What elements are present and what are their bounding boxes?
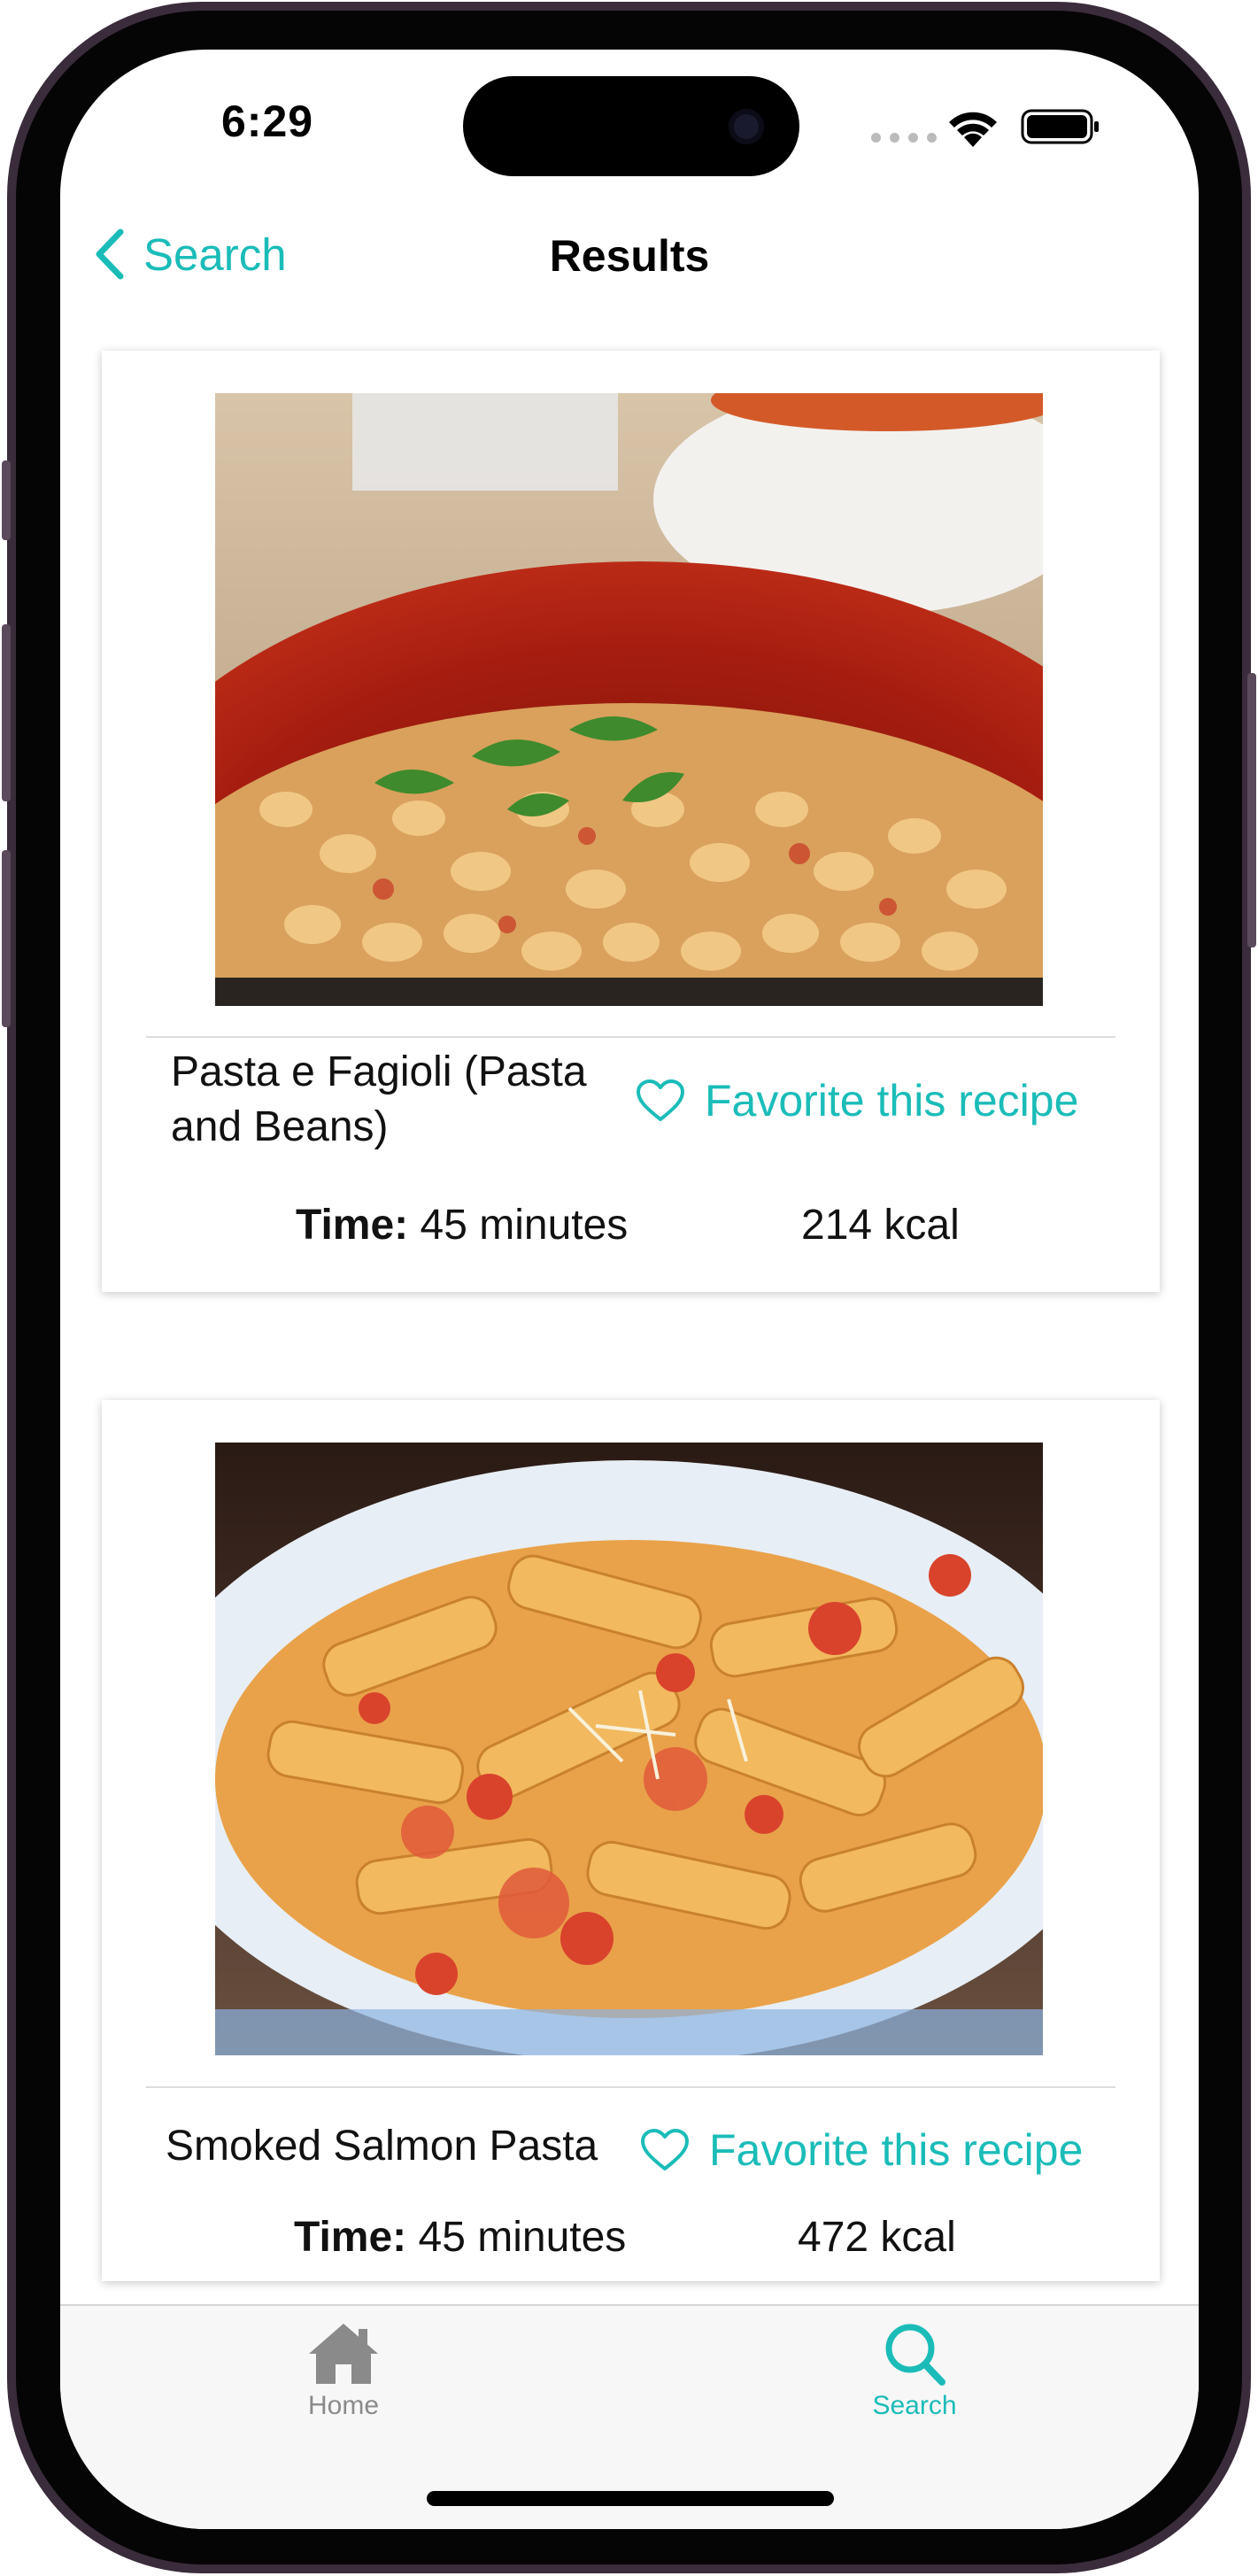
favorite-button[interactable]: Favorite this recipe (640, 2124, 1083, 2176)
tab-label: Search (872, 2391, 957, 2420)
recipe-calories: 472 kcal (798, 2214, 956, 2261)
card-divider (146, 1036, 1115, 1038)
recipe-title: Smoked Salmon Pasta (166, 2119, 661, 2174)
recipe-title-line: and Beans) (171, 1103, 389, 1150)
heart-icon (641, 2129, 689, 2170)
time-value: 45 minutes (418, 2214, 627, 2261)
battery-icon (1021, 109, 1099, 144)
recipe-time: Time: 45 minutes (296, 1201, 628, 1249)
recipe-image (215, 393, 1043, 1006)
time-label: Time: (296, 1202, 409, 1249)
camera-icon (729, 109, 764, 144)
recipe-calories: 214 kcal (801, 1202, 960, 1249)
action-button (2, 460, 11, 540)
recipe-title-line: Smoked Salmon Pasta (166, 2123, 598, 2170)
recipe-image (215, 1443, 1043, 2055)
tab-search[interactable]: Search (817, 2318, 1012, 2421)
house-icon (309, 2324, 378, 2384)
card-divider (146, 2086, 1115, 2088)
heart-icon (637, 1079, 684, 1121)
status-bar: 6:29 (60, 50, 1199, 200)
tab-home[interactable]: Home (246, 2318, 441, 2421)
time-label: Time: (294, 2214, 407, 2261)
favorite-button[interactable]: Favorite this recipe (636, 1075, 1078, 1126)
page-title: Results (549, 231, 710, 281)
wifi-icon (949, 112, 997, 147)
power-button (1247, 673, 1256, 948)
favorite-label: Favorite this recipe (709, 2125, 1084, 2175)
dynamic-island (463, 76, 799, 176)
recipe-card[interactable]: Pasta e Fagioli (Pasta and Beans) Favori… (102, 351, 1160, 1292)
recipe-title: Pasta e Fagioli (Pasta and Beans) (171, 1045, 631, 1155)
status-time: 6:29 (221, 97, 314, 146)
time-value: 45 minutes (420, 1202, 629, 1249)
recipe-card[interactable]: Smoked Salmon Pasta Favorite this recipe… (102, 1400, 1160, 2281)
screen: 6:29 Search Results Pasta e Fagioli (Pas… (60, 50, 1199, 2529)
recipe-time: Time: 45 minutes (294, 2213, 626, 2262)
home-indicator[interactable] (427, 2491, 834, 2506)
navigation-bar: Search Results (60, 209, 1199, 306)
recipe-title-line: Pasta e Fagioli (Pasta (171, 1048, 587, 1095)
tab-label: Home (307, 2391, 380, 2420)
cellular-signal-icon (871, 133, 937, 143)
magnifier-icon (885, 2324, 945, 2386)
favorite-label: Favorite this recipe (705, 1076, 1079, 1126)
volume-up-button (2, 624, 11, 801)
volume-down-button (2, 850, 11, 1027)
